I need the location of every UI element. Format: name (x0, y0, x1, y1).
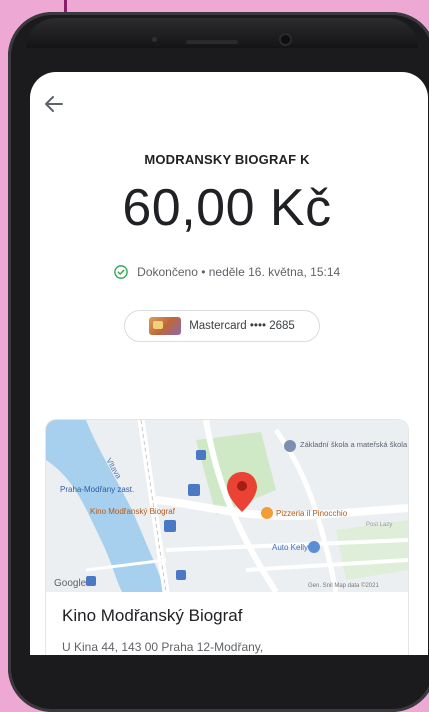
map-label-pizzeria: Pizzeria il Pinocchio (276, 509, 348, 518)
payment-method-label: Mastercard •••• 2685 (189, 320, 295, 332)
map-label-school: Základní škola a mateřská škola K... (300, 440, 408, 449)
payment-method-chip[interactable]: Mastercard •••• 2685 (124, 310, 320, 342)
map-label-post: Post Lazy (366, 522, 392, 528)
back-button[interactable] (42, 92, 66, 116)
location-map[interactable]: Praha-Modřany zast. Kino Modřanský Biogr… (46, 420, 408, 592)
place-card[interactable]: Praha-Modřany zast. Kino Modřanský Biogr… (46, 420, 408, 655)
transaction-screen: MODRANSKY BIOGRAF K 60,00 Kč Dokončeno •… (30, 72, 428, 655)
front-camera (281, 35, 290, 44)
proximity-sensor (152, 37, 157, 42)
transaction-status: Dokončeno • neděle 16. května, 15:14 (30, 264, 424, 279)
google-logo: Google (54, 578, 87, 589)
card-image (149, 317, 182, 335)
arrow-left-icon (45, 96, 63, 112)
place-name: Kino Modřanský Biograf (62, 606, 243, 625)
transaction-amount: 60,00 Kč (122, 179, 332, 237)
phone-speaker (186, 40, 238, 44)
place-address: U Kina 44, 143 00 Praha 12-Modřany, (62, 640, 264, 654)
merchant-name: MODRANSKY BIOGRAF K (144, 152, 310, 167)
check-circle-icon (113, 265, 128, 279)
status-text: Dokončeno • neděle 16. května, 15:14 (137, 264, 341, 279)
map-label-place: Kino Modřanský Biograf (90, 507, 176, 516)
map-label-auto: Auto Kelly (272, 543, 308, 552)
map-attribution: Gen. Snil Map data ©2021 (308, 582, 379, 589)
map-label-tram-stop: Praha-Modřany zast. (60, 485, 134, 494)
